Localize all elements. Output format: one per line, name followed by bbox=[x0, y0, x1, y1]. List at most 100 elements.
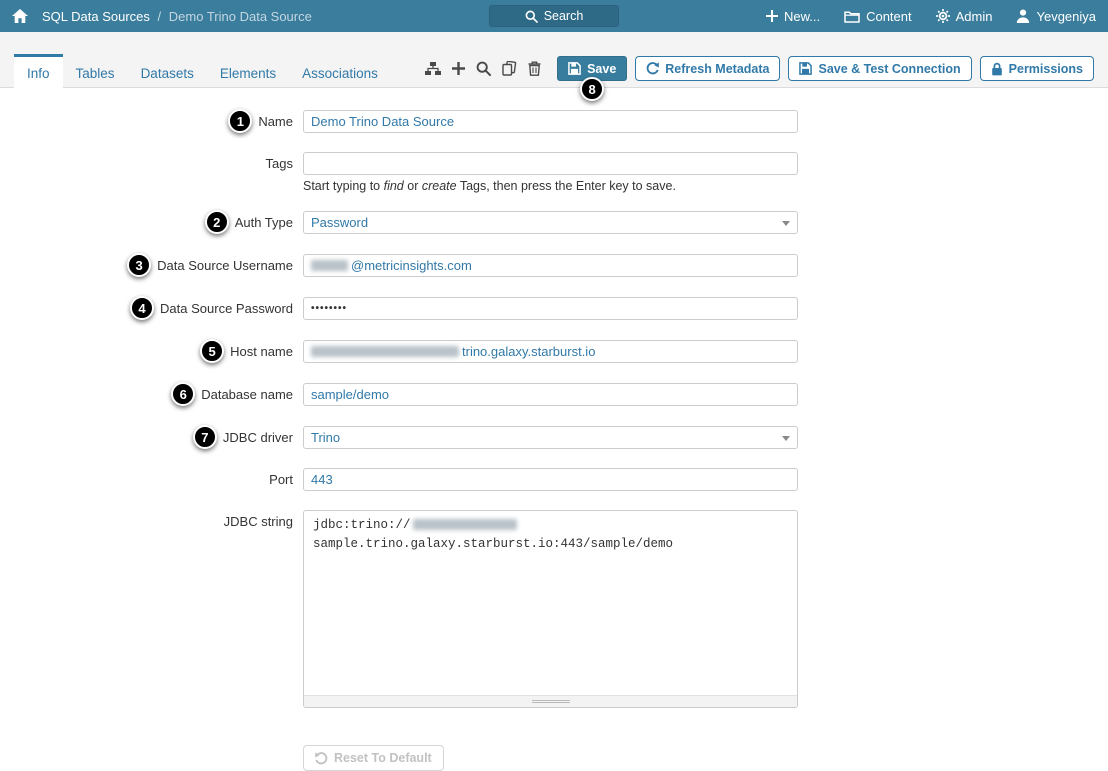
callout-3: 3 bbox=[127, 253, 152, 277]
jdbc-driver-value: Trino bbox=[311, 429, 341, 445]
tab-associations[interactable]: Associations bbox=[289, 54, 391, 88]
reset-to-default-label: Reset To Default bbox=[334, 751, 432, 765]
tab-tables[interactable]: Tables bbox=[63, 54, 128, 88]
redacted-host-prefix bbox=[311, 345, 459, 357]
reset-icon bbox=[315, 751, 328, 764]
save-icon bbox=[799, 62, 813, 75]
jdbc-string-line2: sample.trino.galaxy.starburst.io:443/sam… bbox=[313, 537, 674, 552]
header-band: Info Tables Datasets Elements Associatio… bbox=[0, 32, 1108, 101]
jdbc-string-label: JDBC string bbox=[223, 514, 293, 529]
chevron-down-icon bbox=[782, 435, 790, 441]
menu-user-label: Yevgeniya bbox=[1036, 8, 1096, 24]
tab-bar: Info Tables Datasets Elements Associatio… bbox=[14, 54, 391, 88]
search-icon bbox=[525, 10, 538, 23]
form-row-port: Port bbox=[0, 468, 1108, 491]
add-icon[interactable] bbox=[452, 62, 466, 75]
navbar-menu: New... Content Admin Yevgeniya bbox=[765, 8, 1096, 24]
menu-admin[interactable]: Admin bbox=[935, 8, 993, 24]
callout-4: 4 bbox=[130, 296, 155, 320]
tab-datasets[interactable]: Datasets bbox=[128, 54, 207, 88]
form-row-password: 4 Data Source Password •••••••• bbox=[0, 296, 1108, 320]
redacted-jdbc-host bbox=[412, 519, 517, 531]
home-icon[interactable] bbox=[12, 9, 28, 23]
redacted-username-prefix bbox=[311, 259, 348, 271]
plus-icon bbox=[765, 10, 778, 22]
sql-data-source-editor: SQL Data Sources / Demo Trino Data Sourc… bbox=[0, 0, 1108, 771]
form-row-host: 5 Host name trino.galaxy.starburst.io bbox=[0, 339, 1108, 363]
username-value: @metricinsights.com bbox=[351, 257, 472, 273]
menu-content[interactable]: Content bbox=[844, 9, 912, 24]
form-row-name: 1 Name bbox=[0, 109, 1108, 133]
form-row-username: 3 Data Source Username @metricinsights.c… bbox=[0, 253, 1108, 277]
callout-8: 8 bbox=[580, 77, 605, 101]
host-value: trino.galaxy.starburst.io bbox=[462, 343, 596, 359]
permissions-label: Permissions bbox=[1008, 61, 1083, 76]
save-test-connection-label: Save & Test Connection bbox=[818, 61, 961, 76]
password-input[interactable]: •••••••• bbox=[303, 296, 798, 320]
gear-icon bbox=[935, 9, 950, 23]
refresh-icon bbox=[646, 62, 660, 75]
jdbc-string-line1: jdbc:trino:// bbox=[313, 516, 788, 535]
folder-icon bbox=[844, 10, 860, 23]
breadcrumb: SQL Data Sources / Demo Trino Data Sourc… bbox=[42, 9, 312, 24]
host-label: Host name bbox=[230, 343, 293, 359]
menu-new-label: New... bbox=[783, 8, 821, 24]
callout-5: 5 bbox=[200, 339, 225, 363]
global-search[interactable]: Search bbox=[489, 5, 619, 27]
breadcrumb-page-title: Demo Trino Data Source bbox=[168, 8, 312, 24]
chevron-down-icon bbox=[782, 220, 790, 226]
top-navbar: SQL Data Sources / Demo Trino Data Sourc… bbox=[0, 0, 1108, 32]
username-input[interactable]: @metricinsights.com bbox=[303, 253, 798, 277]
database-label: Database name bbox=[201, 386, 293, 402]
port-input[interactable] bbox=[303, 468, 798, 491]
name-label: Name bbox=[258, 113, 293, 129]
tags-label: Tags bbox=[265, 156, 293, 171]
save-icon bbox=[568, 62, 581, 75]
form-row-database: 6 Database name bbox=[0, 382, 1108, 406]
jdbc-string-textarea[interactable]: jdbc:trino:// sample.trino.galaxy.starbu… bbox=[303, 510, 798, 708]
menu-content-label: Content bbox=[866, 8, 912, 24]
delete-icon[interactable] bbox=[528, 61, 541, 76]
port-label: Port bbox=[269, 472, 293, 487]
toolbar-icons bbox=[425, 61, 541, 76]
username-label: Data Source Username bbox=[157, 257, 293, 273]
reset-to-default-button[interactable]: Reset To Default bbox=[303, 745, 444, 771]
permissions-button[interactable]: Permissions bbox=[979, 56, 1094, 81]
host-input[interactable]: trino.galaxy.starburst.io bbox=[303, 339, 798, 363]
name-input[interactable] bbox=[303, 109, 798, 133]
jdbc-driver-select[interactable]: Trino bbox=[303, 425, 798, 449]
form-row-auth-type: 2 Auth Type Password bbox=[0, 210, 1108, 234]
auth-type-value: Password bbox=[311, 214, 369, 230]
tags-help-text: Start typing to find or create Tags, the… bbox=[303, 179, 676, 193]
hierarchy-icon[interactable] bbox=[425, 62, 442, 75]
user-icon bbox=[1017, 9, 1030, 23]
data-source-form: 1 Name Tags Start typing to find or crea… bbox=[0, 88, 1108, 771]
resize-grip-icon bbox=[531, 700, 570, 703]
callout-2: 2 bbox=[204, 210, 229, 234]
lock-icon bbox=[991, 62, 1002, 75]
form-row-tags: Tags bbox=[0, 152, 1108, 175]
textarea-resize-handle[interactable] bbox=[304, 695, 797, 707]
menu-admin-label: Admin bbox=[955, 8, 993, 24]
save-button-label: Save bbox=[587, 61, 617, 76]
form-row-jdbc-string: JDBC string jdbc:trino:// sample.trino.g… bbox=[0, 510, 1108, 708]
menu-new[interactable]: New... bbox=[765, 8, 821, 24]
password-label: Data Source Password bbox=[160, 300, 293, 316]
menu-user[interactable]: Yevgeniya bbox=[1016, 9, 1096, 24]
refresh-metadata-label: Refresh Metadata bbox=[665, 61, 770, 76]
search-icon[interactable] bbox=[476, 61, 492, 76]
toolbar: Save 8 Refresh Metadata Save & Test Conn… bbox=[425, 56, 1094, 101]
breadcrumb-separator: / bbox=[157, 8, 162, 24]
auth-type-select[interactable]: Password bbox=[303, 210, 798, 234]
tab-elements[interactable]: Elements bbox=[207, 54, 289, 88]
tab-info[interactable]: Info bbox=[14, 54, 63, 88]
database-input[interactable] bbox=[303, 382, 798, 406]
tags-input[interactable] bbox=[303, 152, 798, 175]
save-test-connection-button[interactable]: Save & Test Connection bbox=[788, 56, 972, 81]
callout-7: 7 bbox=[192, 425, 217, 449]
breadcrumb-section[interactable]: SQL Data Sources bbox=[42, 9, 150, 24]
refresh-metadata-button[interactable]: Refresh Metadata bbox=[635, 56, 781, 81]
search-label: Search bbox=[543, 9, 584, 23]
copy-icon[interactable] bbox=[502, 61, 517, 76]
jdbc-driver-label: JDBC driver bbox=[222, 429, 293, 445]
